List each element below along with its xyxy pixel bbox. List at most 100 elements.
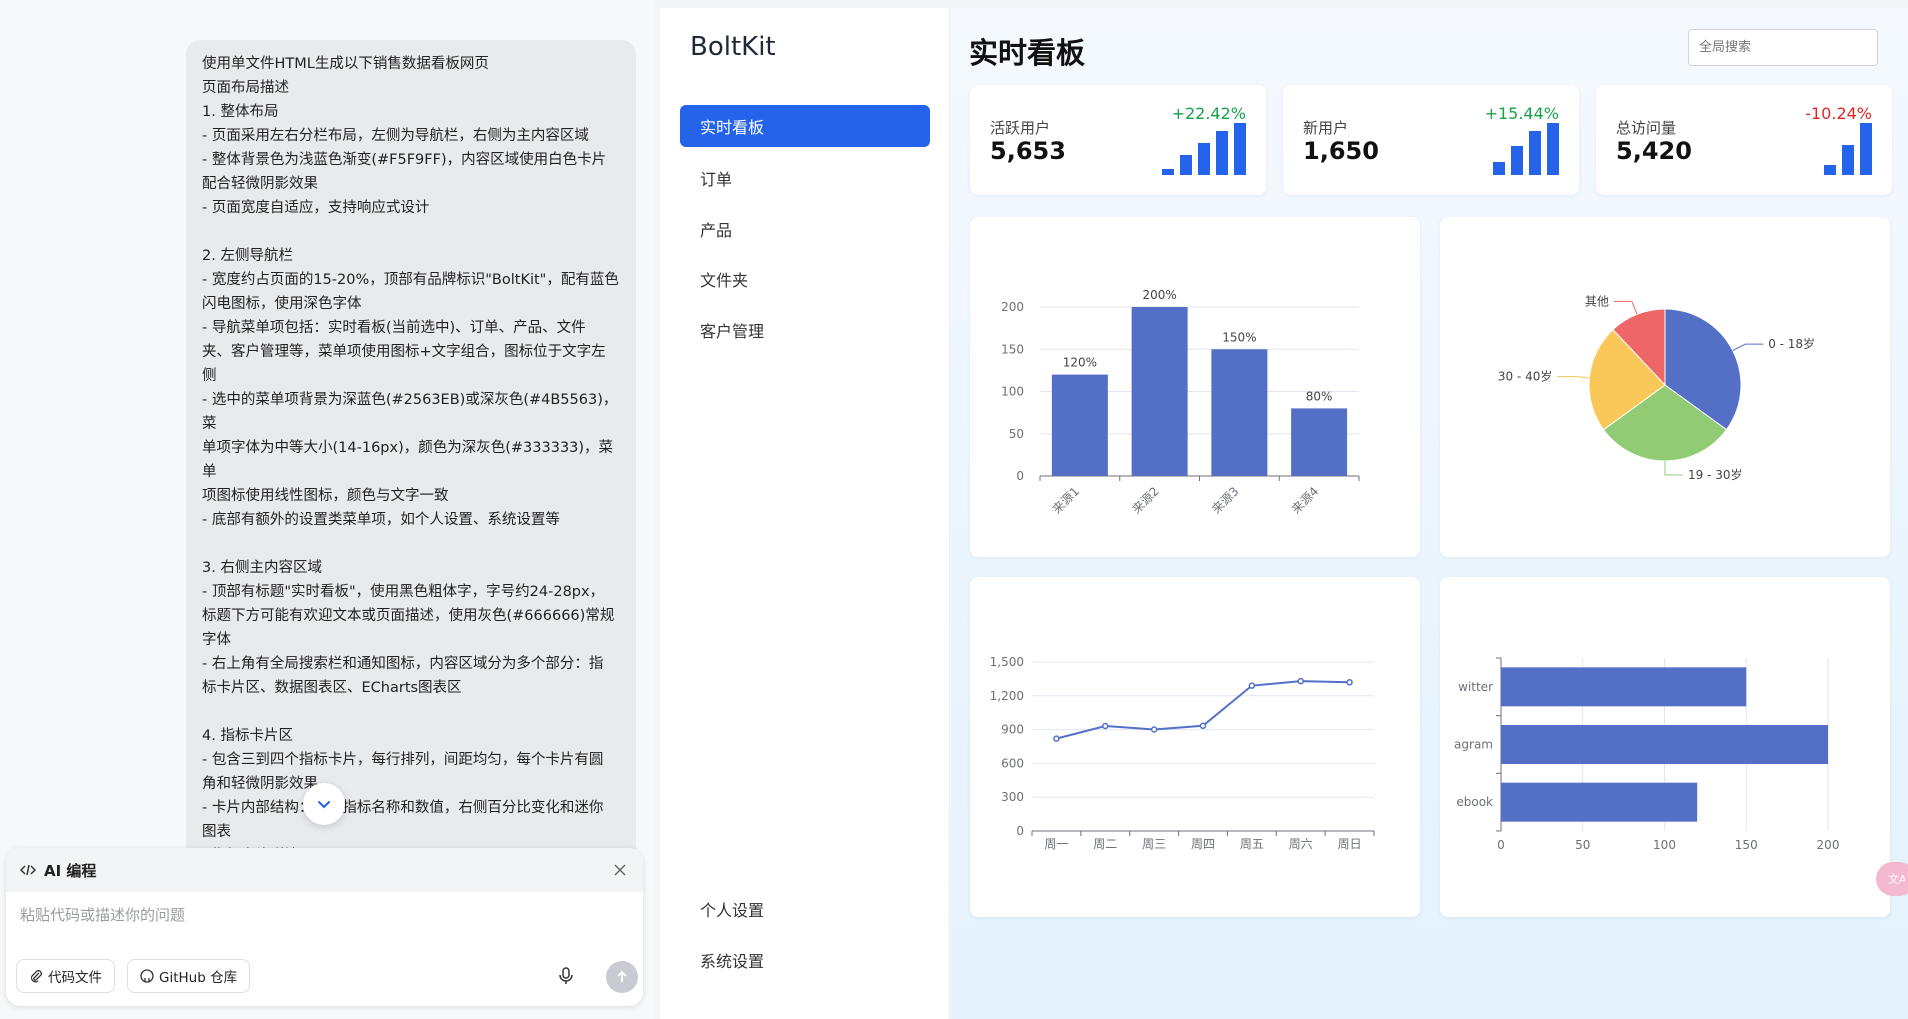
y-tick-label: ebook xyxy=(1456,795,1493,809)
mini-bar-chart xyxy=(1824,123,1872,175)
social-hbar-chart: 0 50 100 150 200 witter agram ebook xyxy=(1454,657,1840,852)
translate-icon: 文A xyxy=(1888,872,1905,886)
mini-bar xyxy=(1234,123,1246,175)
nav-item-customers[interactable]: 客户管理 xyxy=(680,309,930,351)
slice-label: 0 - 18岁 xyxy=(1768,336,1815,351)
slice-label: 19 - 30岁 xyxy=(1688,467,1743,482)
data-label: 150% xyxy=(1222,330,1256,344)
y-tick-label: 600 xyxy=(1001,756,1024,770)
nav-item-dashboard[interactable]: 实时看板 xyxy=(680,105,930,147)
slice-label: 其他 xyxy=(1585,294,1609,308)
message-line: 3. 右侧主内容区域 xyxy=(202,560,322,576)
data-point xyxy=(1053,735,1060,742)
github-repo-button[interactable]: GitHub 仓库 xyxy=(127,959,251,993)
bar xyxy=(1501,782,1698,822)
x-tick-label: 来源3 xyxy=(1209,484,1241,516)
mini-bar xyxy=(1216,130,1228,175)
data-label: 80% xyxy=(1306,389,1333,403)
y-tick-label: 1,200 xyxy=(990,689,1024,703)
message-line: 角和轻微阴影效果 xyxy=(202,776,318,792)
code-file-button[interactable]: 代码文件 xyxy=(16,959,115,993)
source-bar-chart: 0 50 100 150 200 120% 来源1 200% 来源2 150% 来源3 80% 来源4 xyxy=(1001,288,1360,516)
message-line: 使用单文件HTML生成以下销售数据看板网页 xyxy=(202,56,489,72)
message-line: - 顶部有标题"实时看板"，使用黑色粗体字，字号约24-28px， xyxy=(202,584,605,600)
code-file-label: 代码文件 xyxy=(48,970,102,986)
message-line: 项图标使用线性图标，颜色与文字一致 xyxy=(202,488,449,504)
message-line: - 整体背景色为浅蓝色渐变(#F5F9FF)，内容区域使用白色卡片 xyxy=(202,152,607,168)
data-point xyxy=(1297,677,1304,685)
x-tick-label: 100 xyxy=(1653,838,1676,852)
mini-bar xyxy=(1529,130,1541,175)
x-tick-label: 周六 xyxy=(1289,837,1313,851)
nav-item-orders[interactable]: 订单 xyxy=(680,157,930,199)
chart-card-source-bar: 0 50 100 150 200 120% 来源1 200% 来源2 150% 来源3 80% 来源4 xyxy=(970,217,1420,557)
scroll-down-button[interactable] xyxy=(303,783,345,825)
message-line: 侧 xyxy=(202,368,217,384)
ai-panel-title: AI 编程 xyxy=(44,861,97,880)
microphone-button[interactable] xyxy=(554,964,578,988)
paperclip-icon xyxy=(30,970,42,983)
bar xyxy=(1501,667,1747,707)
user-message-text: 使用单文件HTML生成以下销售数据看板网页 页面布局描述 1. 整体布局 - 页面采用… xyxy=(202,52,620,860)
code-icon xyxy=(20,864,36,876)
message-line: - 页面采用左右分栏布局，左侧为导航栏，右侧为主内容区域 xyxy=(202,128,589,144)
nav-item-personal-settings[interactable]: 个人设置 xyxy=(680,888,930,930)
message-line xyxy=(202,700,620,724)
x-tick-label: 周五 xyxy=(1240,837,1264,851)
y-tick-label: witter xyxy=(1458,680,1493,694)
mini-bar xyxy=(1493,162,1505,175)
brand-logo: BoltKit xyxy=(690,32,776,62)
x-tick-label: 周三 xyxy=(1142,837,1166,851)
message-line: 单项字体为中等大小(14-16px)，颜色为深灰色(#333333)，菜单 xyxy=(202,440,614,480)
mini-bar xyxy=(1180,155,1192,175)
data-point xyxy=(1102,722,1109,730)
nav-item-folders[interactable]: 文件夹 xyxy=(680,258,930,300)
y-tick-label: 1,500 xyxy=(990,655,1024,669)
bar xyxy=(1291,408,1348,476)
send-button[interactable] xyxy=(606,961,638,993)
message-line: - 卡片内部结构：左侧指标名称和数值，右侧百分比变化和迷你 xyxy=(202,800,604,816)
message-line: 标题下方可能有欢迎文本或页面描述，使用灰色(#666666)常规 xyxy=(202,608,615,624)
translate-button[interactable]: 文A xyxy=(1876,862,1908,896)
message-line: 4. 指标卡片区 xyxy=(202,728,293,744)
user-message-bubble: 使用单文件HTML生成以下销售数据看板网页 页面布局描述 1. 整体布局 - 页面采用… xyxy=(186,40,636,860)
mini-bar xyxy=(1860,123,1872,175)
message-line: - 导航菜单项包括：实时看板(当前选中)、订单、产品、文件 xyxy=(202,320,586,336)
y-tick-label: 150 xyxy=(1001,342,1024,356)
metric-card-new-users: 新用户 1,650 +15.44% xyxy=(1283,85,1579,195)
x-tick-label: 0 xyxy=(1497,838,1505,852)
ai-panel-header: AI 编程 xyxy=(6,848,643,892)
svg-text:文A: 文A xyxy=(1888,872,1905,886)
x-tick-label: 来源2 xyxy=(1129,484,1161,516)
prompt-input[interactable] xyxy=(20,906,620,924)
message-line: - 包含三到四个指标卡片，每行排列，间距均匀，每个卡片有圆 xyxy=(202,752,604,768)
message-line: - 右上角有全局搜索栏和通知图标，内容区域分为多个部分：指 xyxy=(202,656,604,672)
y-tick-label: agram xyxy=(1454,738,1493,752)
main-content: 实时看板 活跃用户 5,653 +22.42% 新用户 1,650 +15.44… xyxy=(951,8,1908,1019)
app-sidebar: BoltKit 实时看板 订单 产品 文件夹 客户管理 个人设置 系统设置 xyxy=(660,8,950,1019)
data-point xyxy=(1150,726,1158,733)
global-search-input[interactable] xyxy=(1688,29,1878,66)
bar xyxy=(1501,725,1828,764)
mini-bar-chart xyxy=(1493,123,1559,175)
mini-bar xyxy=(1162,168,1174,175)
message-line: 2. 左侧导航栏 xyxy=(202,248,293,264)
close-button[interactable] xyxy=(611,861,629,879)
x-tick-label: 200 xyxy=(1817,838,1840,852)
slice-label: 30 - 40岁 xyxy=(1498,369,1553,384)
mini-bar xyxy=(1842,144,1854,175)
x-tick-label: 50 xyxy=(1575,838,1590,852)
x-tick-label: 来源1 xyxy=(1050,484,1082,516)
bar xyxy=(1211,349,1268,476)
message-line: - 宽度约占页面的15-20%，顶部有品牌标识"BoltKit"，配有蓝色 xyxy=(202,272,619,288)
mini-bar-chart xyxy=(1162,123,1246,175)
nav-item-system-settings[interactable]: 系统设置 xyxy=(680,939,930,981)
nav-item-products[interactable]: 产品 xyxy=(680,208,930,250)
metric-value: 5,653 xyxy=(990,137,1066,165)
mini-bar xyxy=(1198,142,1210,175)
microphone-icon xyxy=(559,967,573,984)
message-line xyxy=(202,220,620,244)
data-point xyxy=(1199,722,1207,730)
x-tick-label: 周日 xyxy=(1338,837,1362,851)
mini-bar xyxy=(1824,164,1836,175)
